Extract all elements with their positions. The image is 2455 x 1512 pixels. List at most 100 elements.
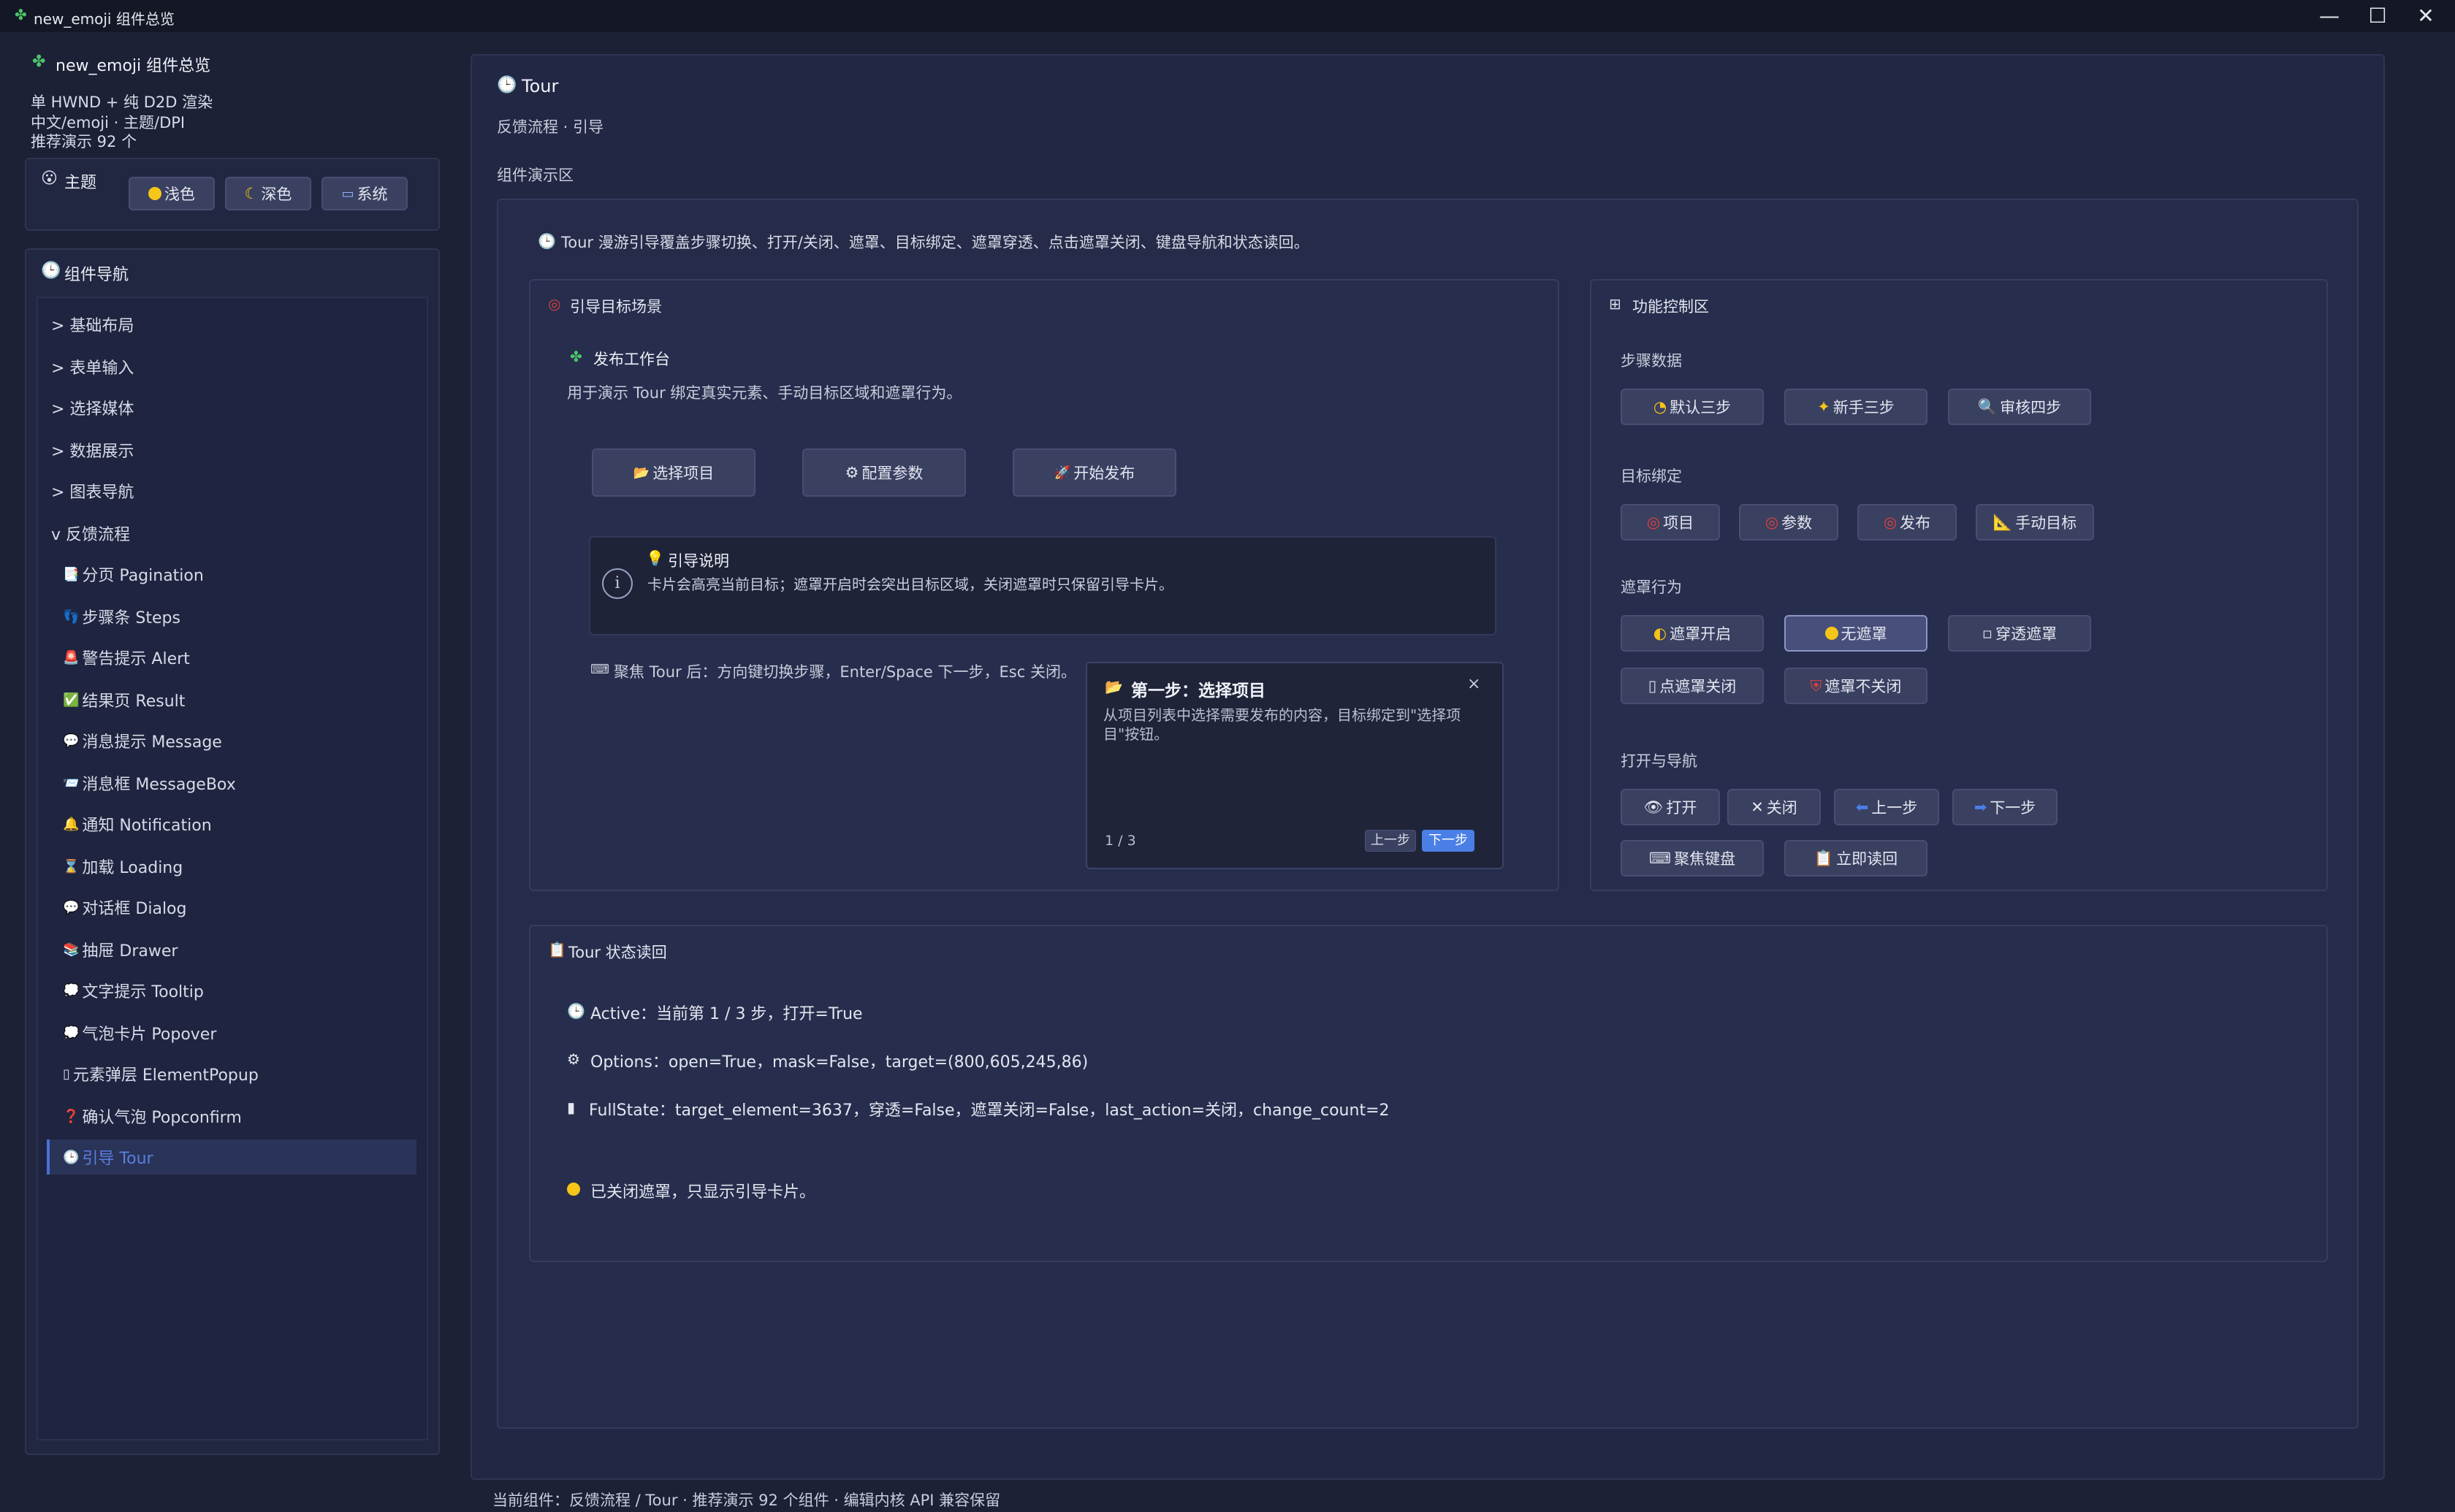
- search-icon: 🔍: [1977, 397, 1998, 416]
- pagination-icon: 📑: [63, 566, 80, 582]
- theme-title: 主题: [64, 174, 97, 192]
- intro-text: Tour 漫游引导覆盖步骤切换、打开/关闭、遮罩、目标绑定、遮罩穿透、点击遮罩关…: [561, 234, 1309, 251]
- configure-params-button[interactable]: ⚙ 配置参数: [802, 448, 966, 497]
- target-params-button[interactable]: ◎ 参数: [1739, 504, 1838, 541]
- status-note: 已关闭遮罩，只显示引导卡片。: [590, 1183, 816, 1202]
- nav-item-label: 结果页 Result: [82, 692, 186, 711]
- nav-item-alert[interactable]: 🚨 警告提示 Alert: [63, 637, 190, 678]
- mouse-icon: ▯: [1648, 677, 1657, 695]
- gear-icon: ⚙: [567, 1050, 580, 1068]
- speech-icon: 💬: [63, 899, 80, 915]
- status-options: Options：open=True，mask=False，target=(800…: [590, 1053, 1089, 1072]
- footer-status: 当前组件：反馈流程 / Tour · 推荐演示 92 个组件 · 编辑内核 AP…: [492, 1492, 1001, 1509]
- notice-title: 引导说明: [668, 552, 729, 570]
- theme-dark-button[interactable]: ☾ 深色: [225, 177, 311, 210]
- nav-item-steps[interactable]: 👣 步骤条 Steps: [63, 596, 180, 637]
- grid-icon: ⊞: [1609, 295, 1621, 313]
- nav-item-result[interactable]: ✅ 结果页 Result: [63, 679, 185, 720]
- read-back-button[interactable]: 📋 立即读回: [1784, 840, 1927, 877]
- nav-item-label: 元素弹层 ElementPopup: [72, 1066, 259, 1085]
- sun-icon: [1824, 627, 1838, 640]
- siren-icon: 🚨: [63, 649, 80, 665]
- monitor-icon: ▭: [341, 186, 354, 202]
- nav-item-label: 引导 Tour: [82, 1150, 153, 1168]
- thought-icon: 💭: [63, 1025, 80, 1041]
- nav-group-data-display[interactable]: > 数据展示: [51, 429, 134, 470]
- nav-group-label: > 图表导航: [51, 484, 134, 502]
- button-label: 上一步: [1871, 799, 1918, 817]
- tour-prev-button[interactable]: 上一步: [1365, 830, 1416, 852]
- mask-no-close-button[interactable]: ⛨ 遮罩不关闭: [1784, 668, 1927, 704]
- close-button[interactable]: ✕: [2402, 3, 2449, 29]
- lightbulb-icon: 💡: [646, 549, 664, 567]
- shield-icon: ⛨: [1810, 676, 1822, 695]
- nav-group-label: > 表单输入: [51, 359, 134, 378]
- arrow-left-icon: ⬅: [1855, 798, 1869, 816]
- select-project-button[interactable]: 📂 选择项目: [592, 448, 755, 497]
- tour-card-title: 第一步：选择项目: [1131, 681, 1265, 700]
- nav-item-dialog[interactable]: 💬 对话框 Dialog: [63, 887, 187, 928]
- window-title: new_emoji 组件总览: [34, 10, 175, 28]
- theme-dark-label: 深色: [261, 186, 292, 203]
- close-tour-button[interactable]: ✕ 关闭: [1727, 789, 1821, 825]
- nav-item-label: 抽屉 Drawer: [82, 942, 178, 961]
- mask-on-button[interactable]: ◐ 遮罩开启: [1621, 615, 1764, 652]
- nav-item-elementpopup[interactable]: ▯ 元素弹层 ElementPopup: [63, 1053, 259, 1094]
- focus-keyboard-button[interactable]: ⌨ 聚焦键盘: [1621, 840, 1764, 877]
- nav-item-popconfirm[interactable]: ❓ 确认气泡 Popconfirm: [63, 1096, 242, 1137]
- button-label: 穿透遮罩: [1995, 625, 2058, 643]
- nav-item-notification[interactable]: 🔔 通知 Notification: [63, 803, 212, 844]
- passthrough-mask-button[interactable]: ▫ 穿透遮罩: [1948, 615, 2091, 652]
- target-publish-button[interactable]: ◎ 发布: [1857, 504, 1957, 541]
- nav-item-label: 文字提示 Tooltip: [82, 983, 204, 1001]
- target-project-button[interactable]: ◎ 项目: [1621, 504, 1720, 541]
- close-icon: ✕: [1751, 798, 1764, 816]
- nav-group-basic-layout[interactable]: > 基础布局: [51, 304, 134, 345]
- rocket-icon: 🚀: [1054, 465, 1071, 481]
- nav-item-popover[interactable]: 💭 气泡卡片 Popover: [63, 1012, 216, 1053]
- tour-next-button[interactable]: 下一步: [1422, 830, 1474, 852]
- clock-icon: 🕒: [41, 261, 61, 280]
- step-default-three-button[interactable]: ◔ 默认三步: [1621, 389, 1764, 425]
- click-mask-close-button[interactable]: ▯ 点遮罩关闭: [1621, 668, 1764, 704]
- nav-group-form-input[interactable]: > 表单输入: [51, 346, 134, 387]
- button-label: 审核四步: [2000, 399, 2062, 416]
- step-newbie-three-button[interactable]: ✦ 新手三步: [1784, 389, 1927, 425]
- info-line-3: 推荐演示 92 个: [31, 133, 137, 150]
- clock-icon: 🕒: [497, 76, 517, 94]
- no-mask-button[interactable]: 无遮罩: [1784, 615, 1927, 652]
- nav-item-message[interactable]: 💬 消息提示 Message: [63, 720, 222, 761]
- nav-group-feedback-flow[interactable]: v 反馈流程: [51, 513, 130, 554]
- check-icon: ✅: [63, 692, 80, 708]
- nav-group-chart-nav[interactable]: > 图表导航: [51, 470, 134, 511]
- theme-system-button[interactable]: ▭ 系统: [321, 177, 408, 210]
- minimize-button[interactable]: —: [2306, 3, 2353, 29]
- maximize-button[interactable]: ☐: [2354, 3, 2401, 29]
- nav-item-tour[interactable]: 🕒 引导 Tour: [63, 1137, 153, 1177]
- nav-item-tooltip[interactable]: 💭 文字提示 Tooltip: [63, 970, 204, 1011]
- button-label: 遮罩开启: [1670, 625, 1732, 643]
- button-label: 发布: [1900, 514, 1931, 532]
- configure-params-label: 配置参数: [861, 465, 924, 482]
- prev-step-button[interactable]: ⬅ 上一步: [1834, 789, 1939, 825]
- tour-card-body: 从项目列表中选择需要发布的内容，目标绑定到"选择项目"按钮。: [1103, 706, 1461, 743]
- theme-light-button[interactable]: 浅色: [129, 177, 215, 210]
- nav-item-drawer[interactable]: 📚 抽屉 Drawer: [63, 929, 178, 970]
- nav-item-pagination[interactable]: 📑 分页 Pagination: [63, 554, 204, 595]
- start-publish-button[interactable]: 🚀 开始发布: [1013, 448, 1176, 497]
- tour-step-indicator: 1 / 3: [1105, 833, 1136, 849]
- target-icon: ◎: [1883, 513, 1898, 531]
- sun-icon: [567, 1182, 580, 1200]
- nav-item-loading[interactable]: ⌛ 加载 Loading: [63, 846, 183, 887]
- half-moon-icon: ◐: [1653, 625, 1667, 642]
- nav-item-messagebox[interactable]: 📨 消息框 MessageBox: [63, 763, 236, 803]
- nav-group-label: > 基础布局: [51, 317, 134, 335]
- open-button[interactable]: 👁 打开: [1621, 789, 1720, 825]
- tour-close-button[interactable]: ×: [1467, 675, 1480, 693]
- step-review-four-button[interactable]: 🔍 审核四步: [1948, 389, 2091, 425]
- mouse-icon: ▯: [63, 1066, 70, 1082]
- arrow-right-icon: ➡: [1973, 798, 1987, 816]
- target-manual-button[interactable]: 📐 手动目标: [1976, 504, 2094, 541]
- nav-group-select-media[interactable]: > 选择媒体: [51, 387, 134, 428]
- next-step-button[interactable]: ➡ 下一步: [1952, 789, 2058, 825]
